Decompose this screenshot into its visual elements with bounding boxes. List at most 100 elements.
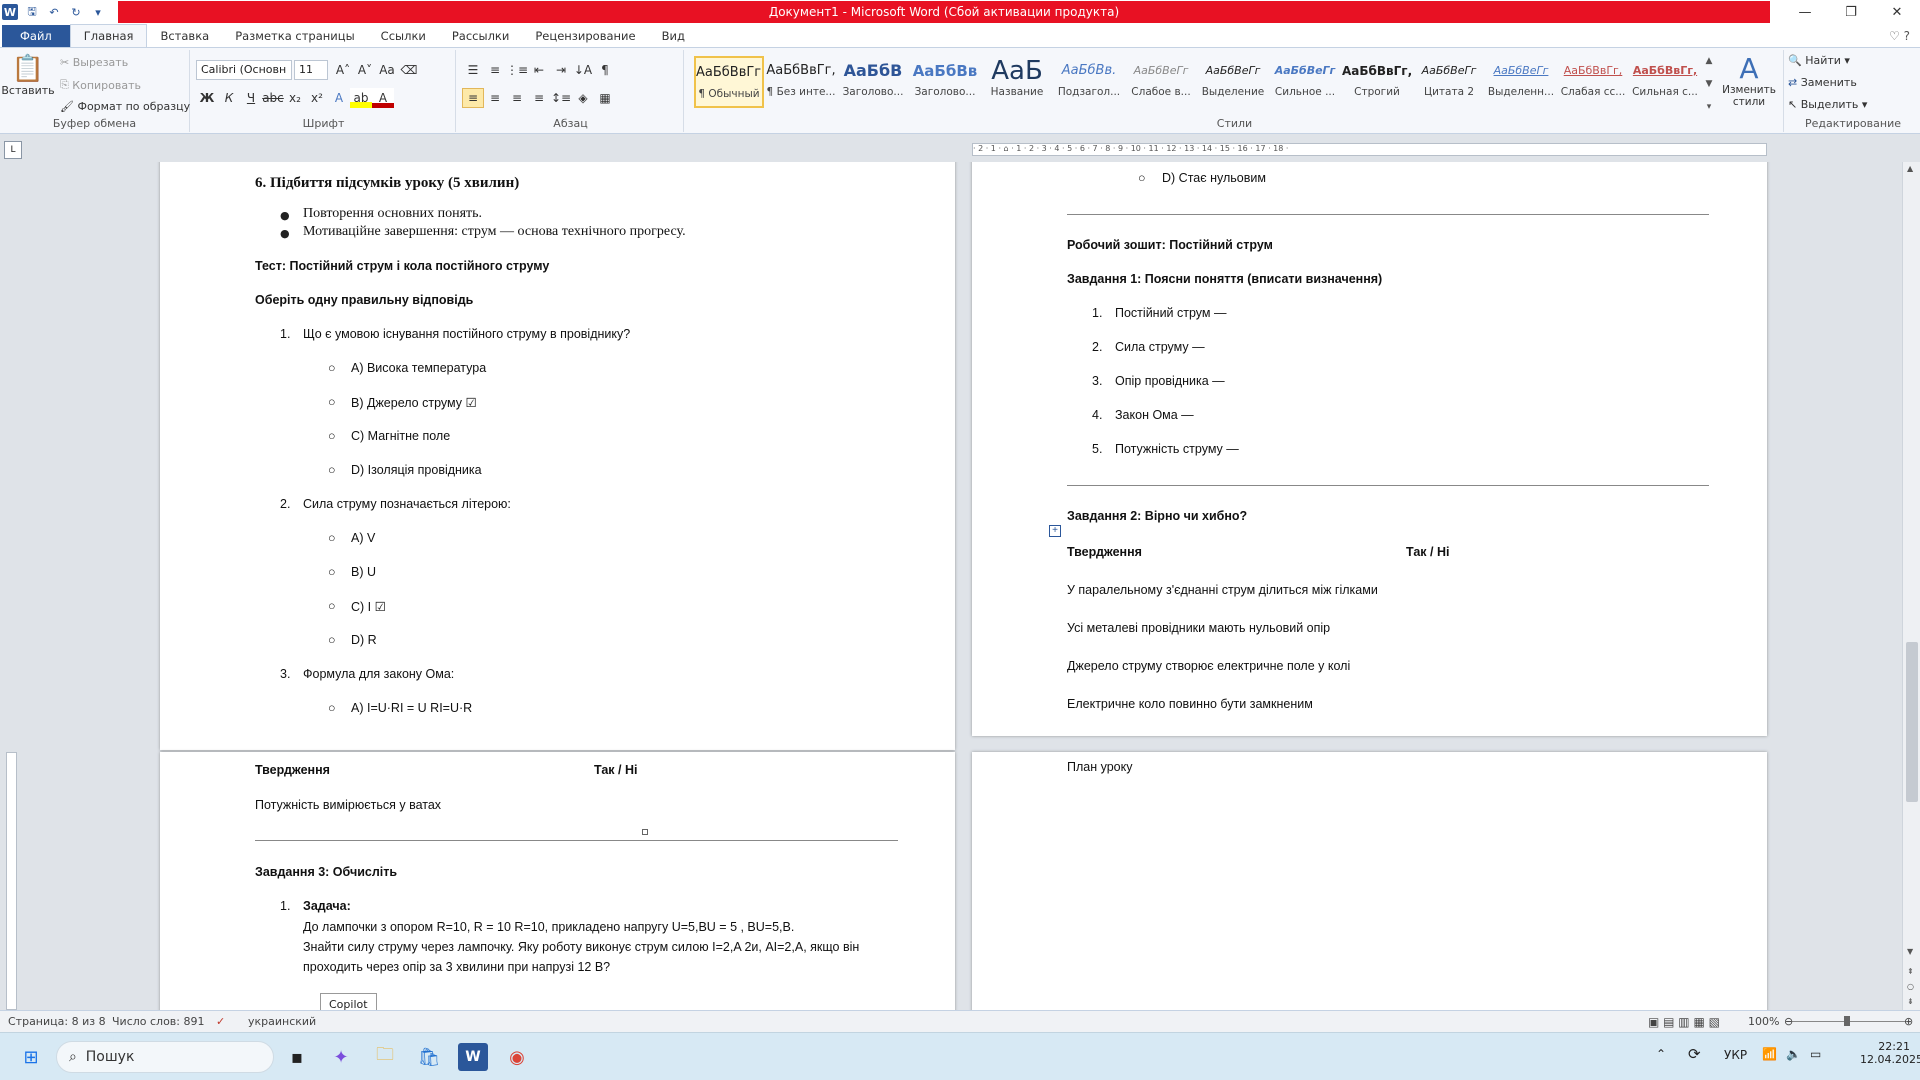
proofing-icon[interactable]: ✓ [216,1015,225,1028]
style-item[interactable]: АаБбВвГг, Строгий [1342,56,1412,108]
style-item[interactable]: АаБбВвГг, Слабая сс... [1558,56,1628,108]
tab-mailings[interactable]: Рассылки [439,25,522,47]
table-move-handle-icon[interactable]: + [1049,525,1061,537]
font-color-icon[interactable]: A [372,88,394,108]
tab-file[interactable]: Файл [2,25,70,47]
line-spacing-icon[interactable]: ↕≡ [550,88,572,108]
style-item[interactable]: АаБбВв Заголово... [910,56,980,108]
style-item[interactable]: АаБбВвГг, Сильная с... [1630,56,1700,108]
tab-home[interactable]: Главная [69,24,148,47]
save-icon[interactable]: 🖫 [24,4,40,20]
table-resize-handle[interactable] [642,829,648,835]
clock[interactable]: 22:21 12.04.2025 [1860,1040,1920,1066]
format-painter-button[interactable]: 🖌 Формат по образцу [60,100,190,113]
style-item[interactable]: АаБбВеГг Сильное ... [1270,56,1340,108]
find-button[interactable]: 🔍 Найти ▾ [1788,54,1850,67]
store-icon[interactable]: 🛍 [414,1043,444,1071]
next-page-icon[interactable]: ⇟ [1907,997,1914,1006]
superscript-icon[interactable]: x² [306,88,328,108]
browse-object-icon[interactable]: ○ [1907,982,1914,991]
scroll-thumb[interactable] [1906,642,1918,802]
replace-button[interactable]: ⇄ Заменить [1788,76,1857,89]
style-item[interactable]: АаБбВвГг, ¶ Без инте... [766,56,836,108]
align-left-icon[interactable]: ≡ [462,88,484,108]
pilcrow-icon[interactable]: ¶ [594,60,616,80]
highlight-icon[interactable]: ab [350,88,372,108]
paste-button[interactable]: 📋 Вставить [1,54,54,97]
input-language[interactable]: УКР [1724,1048,1747,1062]
redo-icon[interactable]: ↻ [68,4,84,20]
tray-chevron-icon[interactable]: ⌃ [1656,1047,1666,1061]
align-right-icon[interactable]: ≡ [506,88,528,108]
page-right-bottom[interactable]: План уроку [972,752,1767,1010]
change-case-icon[interactable]: Aa [376,60,398,80]
tab-references[interactable]: Ссылки [368,25,439,47]
word-taskbar-icon[interactable]: W [458,1043,488,1071]
underline-icon[interactable]: Ч [240,88,262,108]
style-item[interactable]: АаБбВеГг Слабое в... [1126,56,1196,108]
font-size-combo[interactable]: 11 [294,60,328,80]
grow-font-icon[interactable]: A˄ [332,60,354,80]
style-item[interactable]: АаБбВеГг Цитата 2 [1414,56,1484,108]
zoom-in-icon[interactable]: ⊕ [1904,1015,1913,1028]
undo-icon[interactable]: ↶ [46,4,62,20]
cut-button[interactable]: ✂ Вырезать [60,56,128,69]
chrome-icon[interactable]: ◉ [502,1043,532,1071]
zoom-thumb[interactable] [1844,1016,1850,1026]
tab-selector[interactable]: L [4,141,22,159]
view-buttons[interactable]: ▣ ▤ ▥ ▦ ▧ [1648,1015,1720,1029]
strikethrough-icon[interactable]: abc [262,88,284,108]
restore-button[interactable]: ❐ [1828,0,1874,24]
task-view-icon[interactable]: ▪ [282,1043,312,1071]
align-center-icon[interactable]: ≡ [484,88,506,108]
sort-icon[interactable]: ↓A [572,60,594,80]
prev-page-icon[interactable]: ⇞ [1907,967,1914,976]
language[interactable]: украинский [248,1015,316,1028]
increase-indent-icon[interactable]: ⇥ [550,60,572,80]
word-count[interactable]: Число слов: 891 [112,1015,205,1028]
tab-review[interactable]: Рецензирование [522,25,648,47]
page-count[interactable]: Страница: 8 из 8 [8,1015,106,1028]
italic-icon[interactable]: К [218,88,240,108]
change-styles-button[interactable]: A Изменить стили [1720,54,1778,109]
taskbar-search[interactable]: ⌕ Пошук [56,1041,274,1073]
zoom-level[interactable]: 100% [1748,1015,1779,1028]
style-item[interactable]: АаБбВ Заголово... [838,56,908,108]
page-left-top[interactable]: 6. Підбиття підсумків уроку (5 хвилин) ●… [160,162,955,750]
justify-icon[interactable]: ≡ [528,88,550,108]
multilevel-list-icon[interactable]: ⋮≡ [506,60,528,80]
shading-icon[interactable]: ◈ [572,88,594,108]
style-item[interactable]: АаБбВеГг Выделение [1198,56,1268,108]
shrink-font-icon[interactable]: A˅ [354,60,376,80]
tab-view[interactable]: Вид [649,25,698,47]
decrease-indent-icon[interactable]: ⇤ [528,60,550,80]
page-right-top[interactable]: ○ D) Стає нульовим Робочий зошит: Постій… [972,162,1767,736]
file-explorer-icon[interactable]: 🗀 [370,1043,400,1071]
scroll-up-icon[interactable]: ▲ [1907,164,1913,173]
copilot-icon[interactable]: ✦ [326,1043,356,1071]
clear-format-icon[interactable]: ⌫ [398,60,420,80]
borders-icon[interactable]: ▦ [594,88,616,108]
text-effects-icon[interactable]: A [328,88,350,108]
styles-scroll[interactable]: ▲ ▼ ▾ [1704,56,1714,112]
tab-insert[interactable]: Вставка [147,25,222,47]
zoom-out-icon[interactable]: ⊖ [1784,1015,1793,1028]
bold-icon[interactable]: Ж [196,88,218,108]
tab-page-layout[interactable]: Разметка страницы [222,25,367,47]
windows-start-icon[interactable]: ⊞ [16,1043,46,1071]
close-button[interactable]: ✕ [1874,0,1920,24]
select-button[interactable]: ↖ Выделить ▾ [1788,98,1867,111]
sync-icon[interactable]: ⟳ [1688,1045,1701,1063]
style-item[interactable]: АаБ Название [982,56,1052,108]
bullets-icon[interactable]: ☰ [462,60,484,80]
wifi-icon[interactable]: 📶 [1762,1047,1777,1061]
minimize-button[interactable]: — [1782,0,1828,24]
word-logo-icon[interactable]: W [2,4,18,20]
numbering-icon[interactable]: ≡ [484,60,506,80]
customize-qat-icon[interactable]: ▾ [90,4,106,20]
page-left-bottom[interactable]: Твердження Так / Ні Потужність вимірюєть… [160,752,955,1010]
copy-button[interactable]: ⎘ Копировать [60,78,141,92]
subscript-icon[interactable]: x₂ [284,88,306,108]
help-icon[interactable]: ♡ ? [1879,29,1920,47]
vertical-ruler[interactable] [6,752,17,1010]
